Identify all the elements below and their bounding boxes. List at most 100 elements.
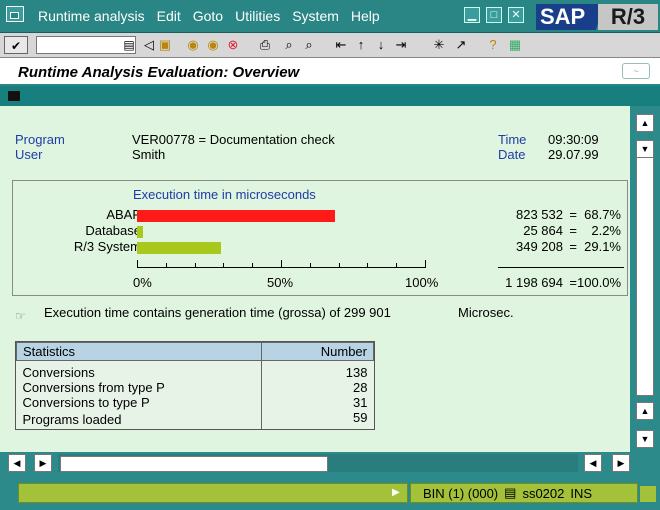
table-row[interactable]: Conversions 138 [17, 360, 374, 380]
print-icon[interactable]: ⎙ [256, 36, 274, 54]
status-fields: BIN (1) (000) ▤ ss0202 INS [410, 483, 638, 503]
pointer-hand-icon: ☞ [15, 309, 26, 323]
maximize-button[interactable]: □ [486, 7, 502, 23]
find-next-icon[interactable]: ⌕ [300, 36, 318, 54]
find-icon[interactable]: ⌕ [280, 36, 298, 54]
x-tick [223, 263, 225, 268]
scroll-left-button-2[interactable]: ◀ [584, 454, 602, 472]
resize-grip-icon[interactable] [640, 486, 656, 502]
scroll-left-button[interactable]: ◀ [8, 454, 26, 472]
new-session-icon[interactable]: ✳ [430, 36, 448, 54]
menu-list: Runtime analysis Edit Goto Utilities Sys… [38, 8, 380, 24]
scroll-page-down-button[interactable]: ▼ [636, 430, 654, 448]
menu-runtime-analysis[interactable]: Runtime analysis [38, 8, 145, 24]
table-row[interactable]: Conversions to type P 31 [17, 395, 374, 410]
scroll-page-up-button[interactable]: ▲ [636, 402, 654, 420]
command-field[interactable] [36, 36, 136, 54]
date-label: Date [498, 147, 526, 162]
layout-menu-icon[interactable]: ▦ [506, 36, 524, 54]
arrow-right-icon: ▶ [39, 458, 47, 468]
previous-page-icon[interactable]: ↑ [352, 36, 370, 54]
stat-name: Programs loaded [22, 412, 122, 427]
back-icon[interactable]: ◉ [184, 36, 202, 54]
percent-value: 68.7% [584, 207, 621, 222]
standard-toolbar: ✔ ▤ ◁ ▣ ◉ ◉ ⊗ ⎙ ⌕ ⌕ ⇤ ↑ ↓ ⇥ ✳ ↗ ? ▦ [0, 33, 660, 58]
stat-value: 59 [261, 410, 374, 429]
arrow-down-icon: ▼ [640, 434, 650, 444]
category-label: Database [85, 223, 141, 238]
x-tick [137, 260, 138, 268]
system-menu-icon[interactable] [6, 6, 24, 22]
status-doc-icon: ▤ [504, 485, 517, 500]
r3-logo: R/3 [598, 4, 658, 30]
absolute-value: 25 864 [523, 223, 563, 238]
x-tick [367, 263, 369, 268]
status-bar: ▶ BIN (1) (000) ▤ ss0202 INS [0, 476, 660, 510]
stat-value: 31 [261, 395, 374, 410]
last-page-icon[interactable]: ⇥ [392, 36, 410, 54]
total-absolute: 1 198 694 [505, 275, 563, 290]
next-page-icon[interactable]: ↓ [372, 36, 390, 54]
table-row[interactable]: Conversions from type P 28 [17, 380, 374, 395]
exit-icon[interactable]: ◉ [204, 36, 222, 54]
sap-watermark-icon: ~ [622, 63, 650, 79]
user-value: Smith [132, 147, 166, 162]
close-icon: ✕ [511, 9, 521, 21]
minimize-button[interactable]: ▁ [464, 7, 480, 23]
close-button[interactable]: ✕ [508, 7, 524, 23]
status-message [18, 483, 408, 503]
menu-utilities[interactable]: Utilities [235, 8, 280, 24]
scroll-right-button-2[interactable]: ▶ [612, 454, 630, 472]
help-icon[interactable]: ? [484, 36, 502, 54]
title-area: Runtime Analysis Evaluation: Overview ~ [0, 58, 660, 86]
absolute-value: 823 532 [516, 207, 563, 222]
command-history-icon[interactable]: ▤ [122, 36, 136, 54]
scroll-down-button[interactable]: ▼ [636, 140, 654, 158]
cancel-icon[interactable]: ⊗ [224, 36, 242, 54]
date-value: 29.07.99 [548, 147, 599, 162]
minimize-icon: ▁ [467, 9, 477, 21]
time-value: 09:30:09 [548, 132, 599, 147]
x-tick [281, 260, 282, 268]
equals-sign: = [569, 223, 577, 238]
x-tick [425, 260, 426, 268]
arrow-right-icon: ▶ [617, 458, 625, 468]
table-row[interactable]: Programs loaded 59 [17, 410, 374, 429]
equals-sign: = [569, 239, 577, 254]
x-tick-label: 0% [133, 275, 152, 290]
status-mode: INS [570, 485, 593, 501]
total-percent: 100.0% [577, 275, 622, 290]
x-tick [194, 263, 196, 268]
arrow-up-icon: ▲ [640, 118, 650, 128]
scroll-right-button[interactable]: ▶ [34, 454, 52, 472]
menu-goto[interactable]: Goto [193, 8, 223, 24]
statistics-column-header[interactable]: Statistics [16, 342, 262, 361]
display-icon[interactable] [8, 91, 20, 101]
x-tick-label: 50% [267, 275, 294, 290]
menu-system[interactable]: System [292, 8, 339, 24]
menu-edit[interactable]: Edit [157, 8, 181, 24]
menu-help[interactable]: Help [351, 8, 380, 24]
x-tick [309, 263, 311, 268]
shortcut-icon[interactable]: ↗ [452, 36, 470, 54]
application-toolbar [0, 86, 660, 106]
page-title: Runtime Analysis Evaluation: Overview [18, 64, 300, 81]
user-label: User [15, 147, 43, 162]
scroll-up-button[interactable]: ▲ [636, 114, 654, 132]
enter-button[interactable]: ✔ [4, 36, 28, 54]
statistics-table: Statistics Number Conversions 138 Conver… [15, 341, 375, 430]
stat-name: Conversions to type P [22, 395, 150, 410]
arrow-left-icon: ◀ [589, 458, 597, 468]
chart-bar [137, 242, 221, 254]
save-icon[interactable]: ▣ [156, 36, 174, 54]
category-label: R/3 System [73, 239, 141, 254]
sap-logo: SAP [536, 4, 604, 30]
equals-sign: = [569, 207, 577, 222]
play-icon[interactable]: ▶ [392, 487, 402, 499]
vertical-scroll-thumb[interactable] [636, 140, 654, 396]
horizontal-scroll-thumb[interactable] [60, 456, 328, 472]
number-column-header[interactable]: Number [261, 342, 374, 361]
first-page-icon[interactable]: ⇤ [332, 36, 350, 54]
chart-bar [137, 210, 335, 222]
program-label: Program [15, 132, 65, 147]
